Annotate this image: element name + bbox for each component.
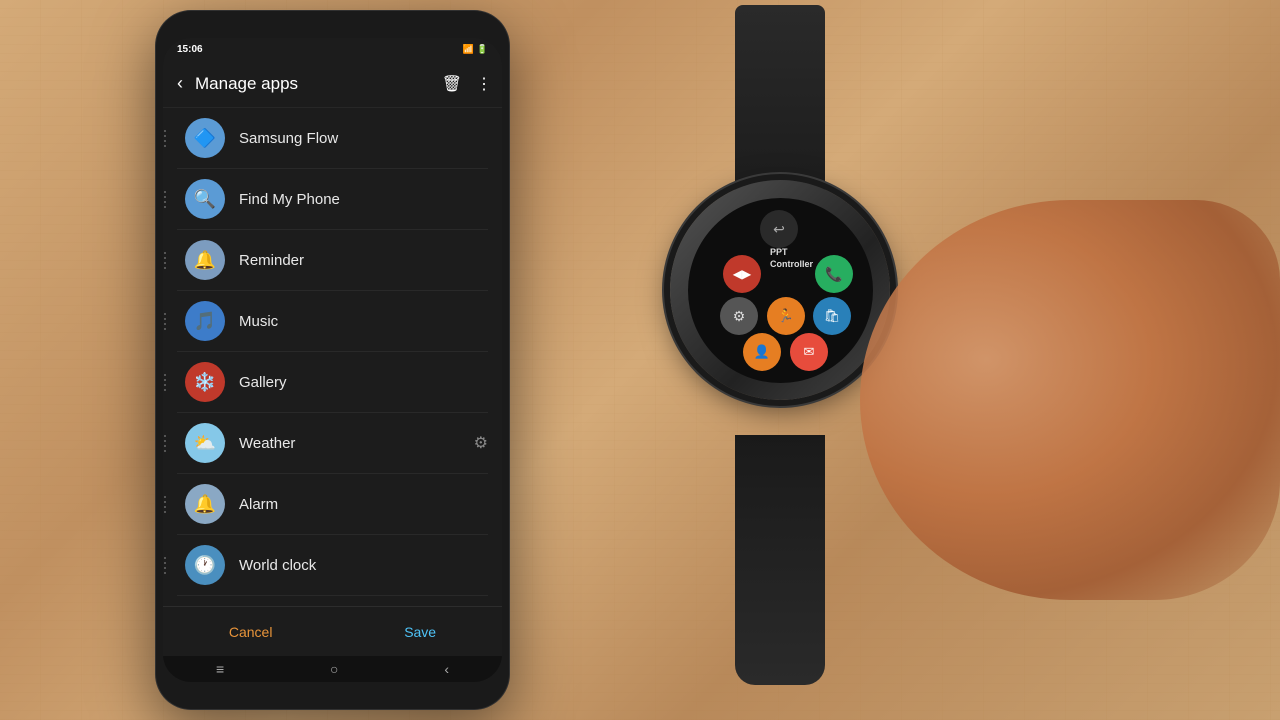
page-title: Manage apps xyxy=(195,74,434,94)
watch-settings-icon[interactable]: ⚙ xyxy=(720,297,758,335)
app-list: 🔷 Samsung Flow 🔍 Find My Phone xyxy=(163,108,502,606)
app-name-world-clock: World clock xyxy=(239,557,488,574)
watch-mail-icon[interactable]: ✉ xyxy=(790,333,828,371)
app-icon-find-my-phone: 🔍 xyxy=(185,179,225,219)
ppt-controller-label: PPTController xyxy=(770,247,813,270)
app-item-music[interactable]: 🎵 Music xyxy=(163,291,502,351)
drag-handle xyxy=(163,123,167,153)
menu-nav-button[interactable]: ≡ xyxy=(216,661,224,677)
status-icons: 📶 🔋 xyxy=(463,44,488,55)
battery-icon: 🔋 xyxy=(477,44,488,55)
drag-handle xyxy=(163,367,167,397)
home-nav-button[interactable]: ○ xyxy=(330,661,338,677)
app-name-reminder: Reminder xyxy=(239,252,488,269)
app-icon-gallery: ❄️ xyxy=(185,362,225,402)
watch-band-bottom xyxy=(735,435,825,685)
watch-ppt-button[interactable]: ◀▶ xyxy=(723,255,761,293)
drag-handle xyxy=(163,306,167,336)
app-name-weather: Weather xyxy=(239,435,460,452)
status-time: 15:06 xyxy=(177,44,203,55)
app-item-weather[interactable]: ⛅ Weather ⚙ xyxy=(163,413,502,473)
wifi-icon: 📶 xyxy=(463,44,474,55)
app-name-find-my-phone: Find My Phone xyxy=(239,191,488,208)
drag-handle xyxy=(163,428,167,458)
watch-store-icon[interactable]: 🛍 xyxy=(813,297,851,335)
app-item-calendar[interactable]: 📅 Calendar xyxy=(163,596,502,606)
app-name-alarm: Alarm xyxy=(239,496,488,513)
app-item-gallery[interactable]: ❄️ Gallery xyxy=(163,352,502,412)
app-item-samsung-flow[interactable]: 🔷 Samsung Flow xyxy=(163,108,502,168)
watch-screen: ↩ ◀▶ PPTController ⚙ 📞 🛍 xyxy=(688,198,873,383)
watch-app-grid: ↩ ◀▶ PPTController ⚙ 📞 🛍 xyxy=(695,205,865,375)
app-name-gallery: Gallery xyxy=(239,374,488,391)
phone-device: 15:06 📶 🔋 ‹ Manage apps 🗑 ⋮ xyxy=(155,10,510,710)
cancel-button[interactable]: Cancel xyxy=(199,616,303,648)
watch-device: ↩ ◀▶ PPTController ⚙ 📞 🛍 xyxy=(640,5,920,685)
nav-bar: ≡ ○ ‹ xyxy=(163,656,502,682)
app-icon-music: 🎵 xyxy=(185,301,225,341)
app-icon-reminder: 🔔 xyxy=(185,240,225,280)
header-actions: 🗑 ⋮ xyxy=(442,74,492,94)
bottom-bar: Cancel Save xyxy=(163,606,502,656)
save-button[interactable]: Save xyxy=(374,616,466,648)
watch-case: ↩ ◀▶ PPTController ⚙ 📞 🛍 xyxy=(670,180,890,400)
app-item-alarm[interactable]: 🔔 Alarm xyxy=(163,474,502,534)
drag-handle xyxy=(163,489,167,519)
app-name-music: Music xyxy=(239,313,488,330)
delete-icon[interactable]: 🗑 xyxy=(442,74,462,94)
drag-handle xyxy=(163,550,167,580)
app-icon-weather: ⛅ xyxy=(185,423,225,463)
drag-handle xyxy=(163,245,167,275)
app-icon-samsung-flow: 🔷 xyxy=(185,118,225,158)
more-icon[interactable]: ⋮ xyxy=(476,74,492,94)
watch-phone-icon[interactable]: 📞 xyxy=(815,255,853,293)
phone-screen: 15:06 📶 🔋 ‹ Manage apps 🗑 ⋮ xyxy=(163,38,502,682)
app-name-samsung-flow: Samsung Flow xyxy=(239,130,488,147)
header: ‹ Manage apps 🗑 ⋮ xyxy=(163,60,502,108)
app-item-reminder[interactable]: 🔔 Reminder xyxy=(163,230,502,290)
status-bar: 15:06 📶 🔋 xyxy=(163,38,502,60)
watch-back-icon[interactable]: ↩ xyxy=(760,210,798,248)
settings-btn-weather[interactable]: ⚙ xyxy=(474,433,488,453)
watch-activity-icon[interactable]: 🏃 xyxy=(767,297,805,335)
app-item-world-clock[interactable]: 🕐 World clock xyxy=(163,535,502,595)
watch-contacts-icon[interactable]: 👤 xyxy=(743,333,781,371)
back-nav-button[interactable]: ‹ xyxy=(444,661,449,677)
drag-handle xyxy=(163,184,167,214)
app-icon-world-clock: 🕐 xyxy=(185,545,225,585)
back-button[interactable]: ‹ xyxy=(173,69,187,98)
app-icon-alarm: 🔔 xyxy=(185,484,225,524)
app-item-find-my-phone[interactable]: 🔍 Find My Phone xyxy=(163,169,502,229)
